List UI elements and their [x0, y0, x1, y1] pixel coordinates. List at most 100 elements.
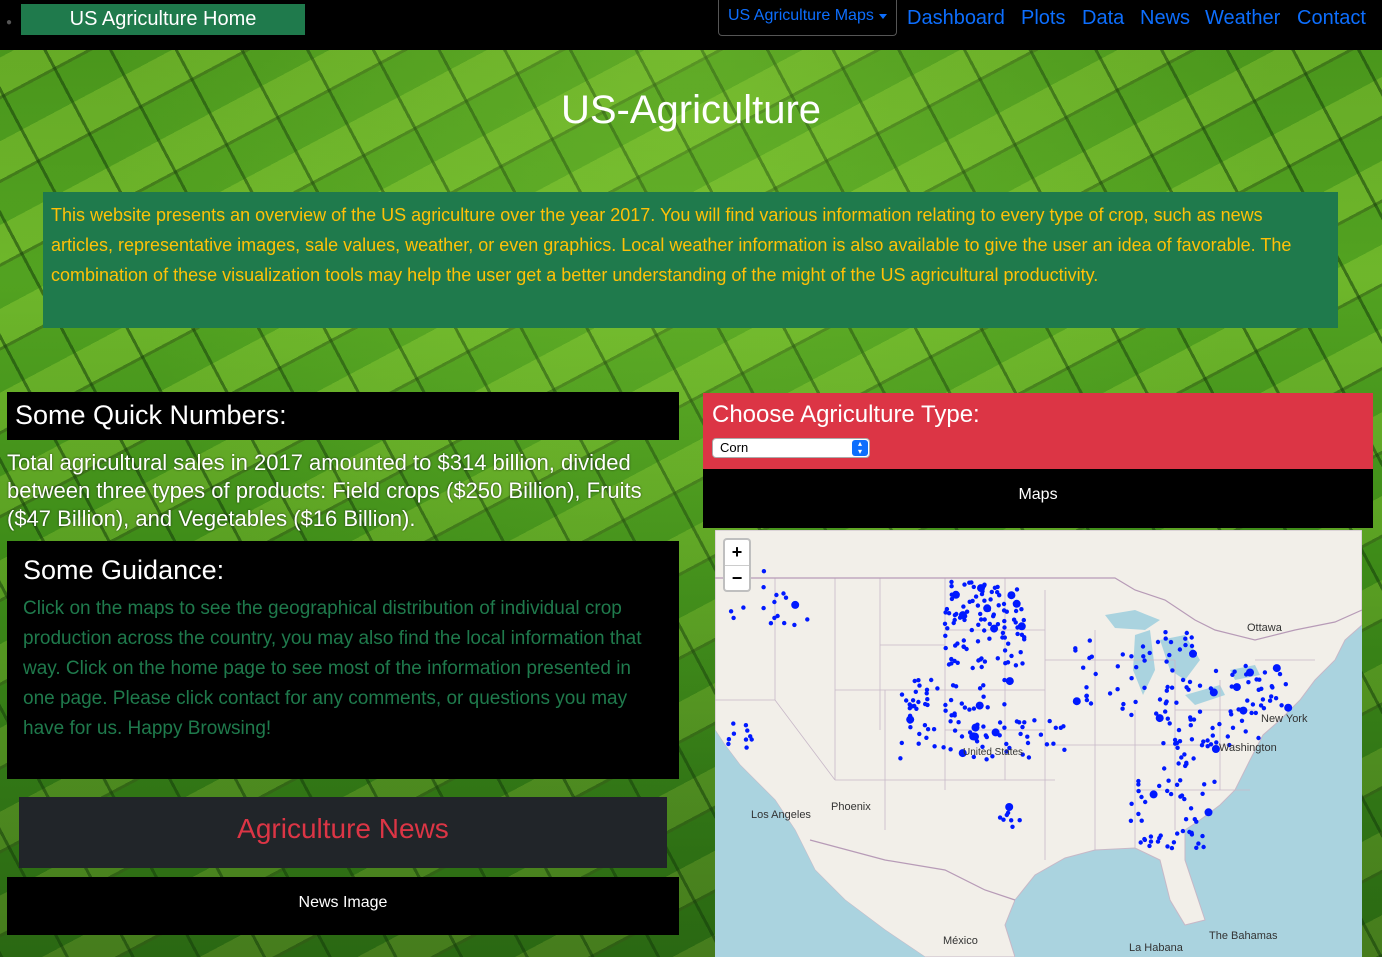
crop-marker[interactable] — [1217, 721, 1222, 727]
crop-marker[interactable] — [1200, 833, 1205, 839]
crop-marker[interactable] — [792, 622, 797, 628]
crop-marker[interactable] — [1229, 712, 1234, 717]
crop-marker[interactable] — [925, 727, 931, 732]
crop-marker[interactable] — [1154, 711, 1159, 716]
crop-marker[interactable] — [995, 656, 1000, 661]
nav-link-data[interactable]: Data — [1082, 7, 1124, 30]
crop-marker[interactable] — [1133, 699, 1138, 705]
crop-marker[interactable] — [962, 582, 967, 587]
crop-marker[interactable] — [978, 611, 983, 617]
crop-marker[interactable] — [967, 599, 972, 604]
crop-marker[interactable] — [1164, 688, 1169, 693]
crop-marker[interactable] — [967, 730, 973, 735]
crop-marker[interactable] — [1002, 677, 1007, 683]
crop-marker[interactable] — [1047, 718, 1052, 724]
crop-marker[interactable] — [1120, 706, 1125, 711]
crop-marker[interactable] — [726, 741, 731, 747]
crop-marker[interactable] — [1013, 663, 1019, 668]
crop-marker[interactable] — [967, 707, 972, 712]
crop-marker[interactable] — [741, 605, 746, 610]
crop-marker[interactable] — [1134, 665, 1139, 670]
crop-marker[interactable] — [981, 683, 986, 688]
crop-marker[interactable] — [1249, 710, 1254, 716]
crop-marker[interactable] — [1157, 835, 1162, 841]
crop-marker[interactable] — [949, 713, 954, 718]
crop-marker[interactable] — [1129, 801, 1134, 806]
crop-marker[interactable] — [728, 609, 734, 614]
crop-marker[interactable] — [731, 721, 736, 726]
crop-marker[interactable] — [1093, 671, 1098, 677]
crop-marker[interactable] — [904, 698, 909, 703]
crop-marker[interactable] — [971, 584, 976, 590]
crop-marker[interactable] — [914, 706, 919, 711]
crop-marker[interactable] — [1165, 844, 1170, 849]
crop-marker[interactable] — [976, 622, 981, 627]
crop-marker[interactable] — [1128, 818, 1134, 823]
crop-marker[interactable] — [1230, 725, 1236, 730]
crop-marker[interactable] — [1015, 631, 1020, 637]
crop-marker[interactable] — [970, 665, 975, 671]
crop-marker[interactable] — [991, 612, 996, 617]
crop-marker[interactable] — [1157, 697, 1163, 702]
crop-marker[interactable] — [1205, 738, 1210, 743]
crop-marker[interactable] — [1165, 716, 1170, 721]
crop-marker[interactable] — [916, 741, 921, 746]
crop-marker[interactable] — [1018, 650, 1023, 655]
crop-marker[interactable] — [1210, 733, 1215, 738]
crop-marker[interactable] — [1204, 808, 1213, 817]
crop-marker[interactable] — [971, 723, 980, 732]
crop-marker[interactable] — [943, 633, 948, 638]
crop-marker[interactable] — [1225, 734, 1230, 739]
crop-marker[interactable] — [1212, 779, 1217, 784]
crop-marker[interactable] — [1019, 607, 1024, 612]
crop-marker[interactable] — [975, 639, 981, 644]
crop-marker[interactable] — [1129, 654, 1134, 659]
crop-marker[interactable] — [956, 720, 961, 725]
crop-marker[interactable] — [943, 708, 948, 713]
crop-marker[interactable] — [1072, 697, 1081, 706]
crop-marker[interactable] — [1017, 818, 1022, 823]
crop-marker[interactable] — [1148, 839, 1154, 844]
crop-marker[interactable] — [975, 701, 984, 710]
crop-marker[interactable] — [1253, 710, 1258, 716]
crop-marker[interactable] — [912, 678, 917, 684]
crop-marker[interactable] — [941, 745, 946, 750]
crop-marker[interactable] — [1229, 684, 1234, 689]
crop-marker[interactable] — [1232, 669, 1237, 674]
crop-marker[interactable] — [982, 659, 988, 664]
crop-marker[interactable] — [1143, 799, 1148, 805]
crop-marker[interactable] — [1168, 639, 1174, 645]
crop-marker[interactable] — [1115, 687, 1120, 692]
crop-marker[interactable] — [1149, 790, 1158, 799]
crop-marker[interactable] — [1183, 642, 1188, 648]
crop-marker[interactable] — [726, 737, 732, 742]
crop-marker[interactable] — [961, 644, 966, 649]
crop-marker[interactable] — [922, 723, 928, 728]
crop-marker[interactable] — [1142, 658, 1147, 663]
crop-marker[interactable] — [1148, 834, 1154, 839]
crop-marker[interactable] — [1010, 824, 1015, 829]
crop-marker[interactable] — [948, 719, 953, 724]
maps-bar[interactable]: Maps — [703, 469, 1373, 528]
crop-marker[interactable] — [1164, 659, 1169, 664]
crop-marker[interactable] — [1214, 740, 1219, 745]
crop-marker[interactable] — [1189, 832, 1195, 837]
crop-marker[interactable] — [761, 569, 767, 574]
crop-marker[interactable] — [969, 580, 974, 585]
crop-marker[interactable] — [743, 723, 749, 728]
crop-marker[interactable] — [1179, 793, 1185, 798]
crop-marker[interactable] — [935, 686, 940, 691]
brand-home-link[interactable]: US Agriculture Home — [21, 4, 305, 35]
crop-marker[interactable] — [1002, 702, 1007, 707]
crop-marker[interactable] — [917, 731, 922, 737]
nav-link-news[interactable]: News — [1140, 7, 1190, 30]
agriculture-type-select[interactable]: Corn ▴ ▾ — [712, 438, 870, 458]
crop-marker[interactable] — [1002, 618, 1007, 624]
crop-marker[interactable] — [949, 596, 955, 602]
crop-marker[interactable] — [1187, 679, 1193, 685]
crop-marker[interactable] — [917, 683, 922, 688]
crop-marker[interactable] — [1044, 742, 1050, 747]
crop-marker[interactable] — [781, 591, 786, 596]
crop-marker[interactable] — [1019, 632, 1025, 637]
crop-marker[interactable] — [1000, 630, 1006, 636]
